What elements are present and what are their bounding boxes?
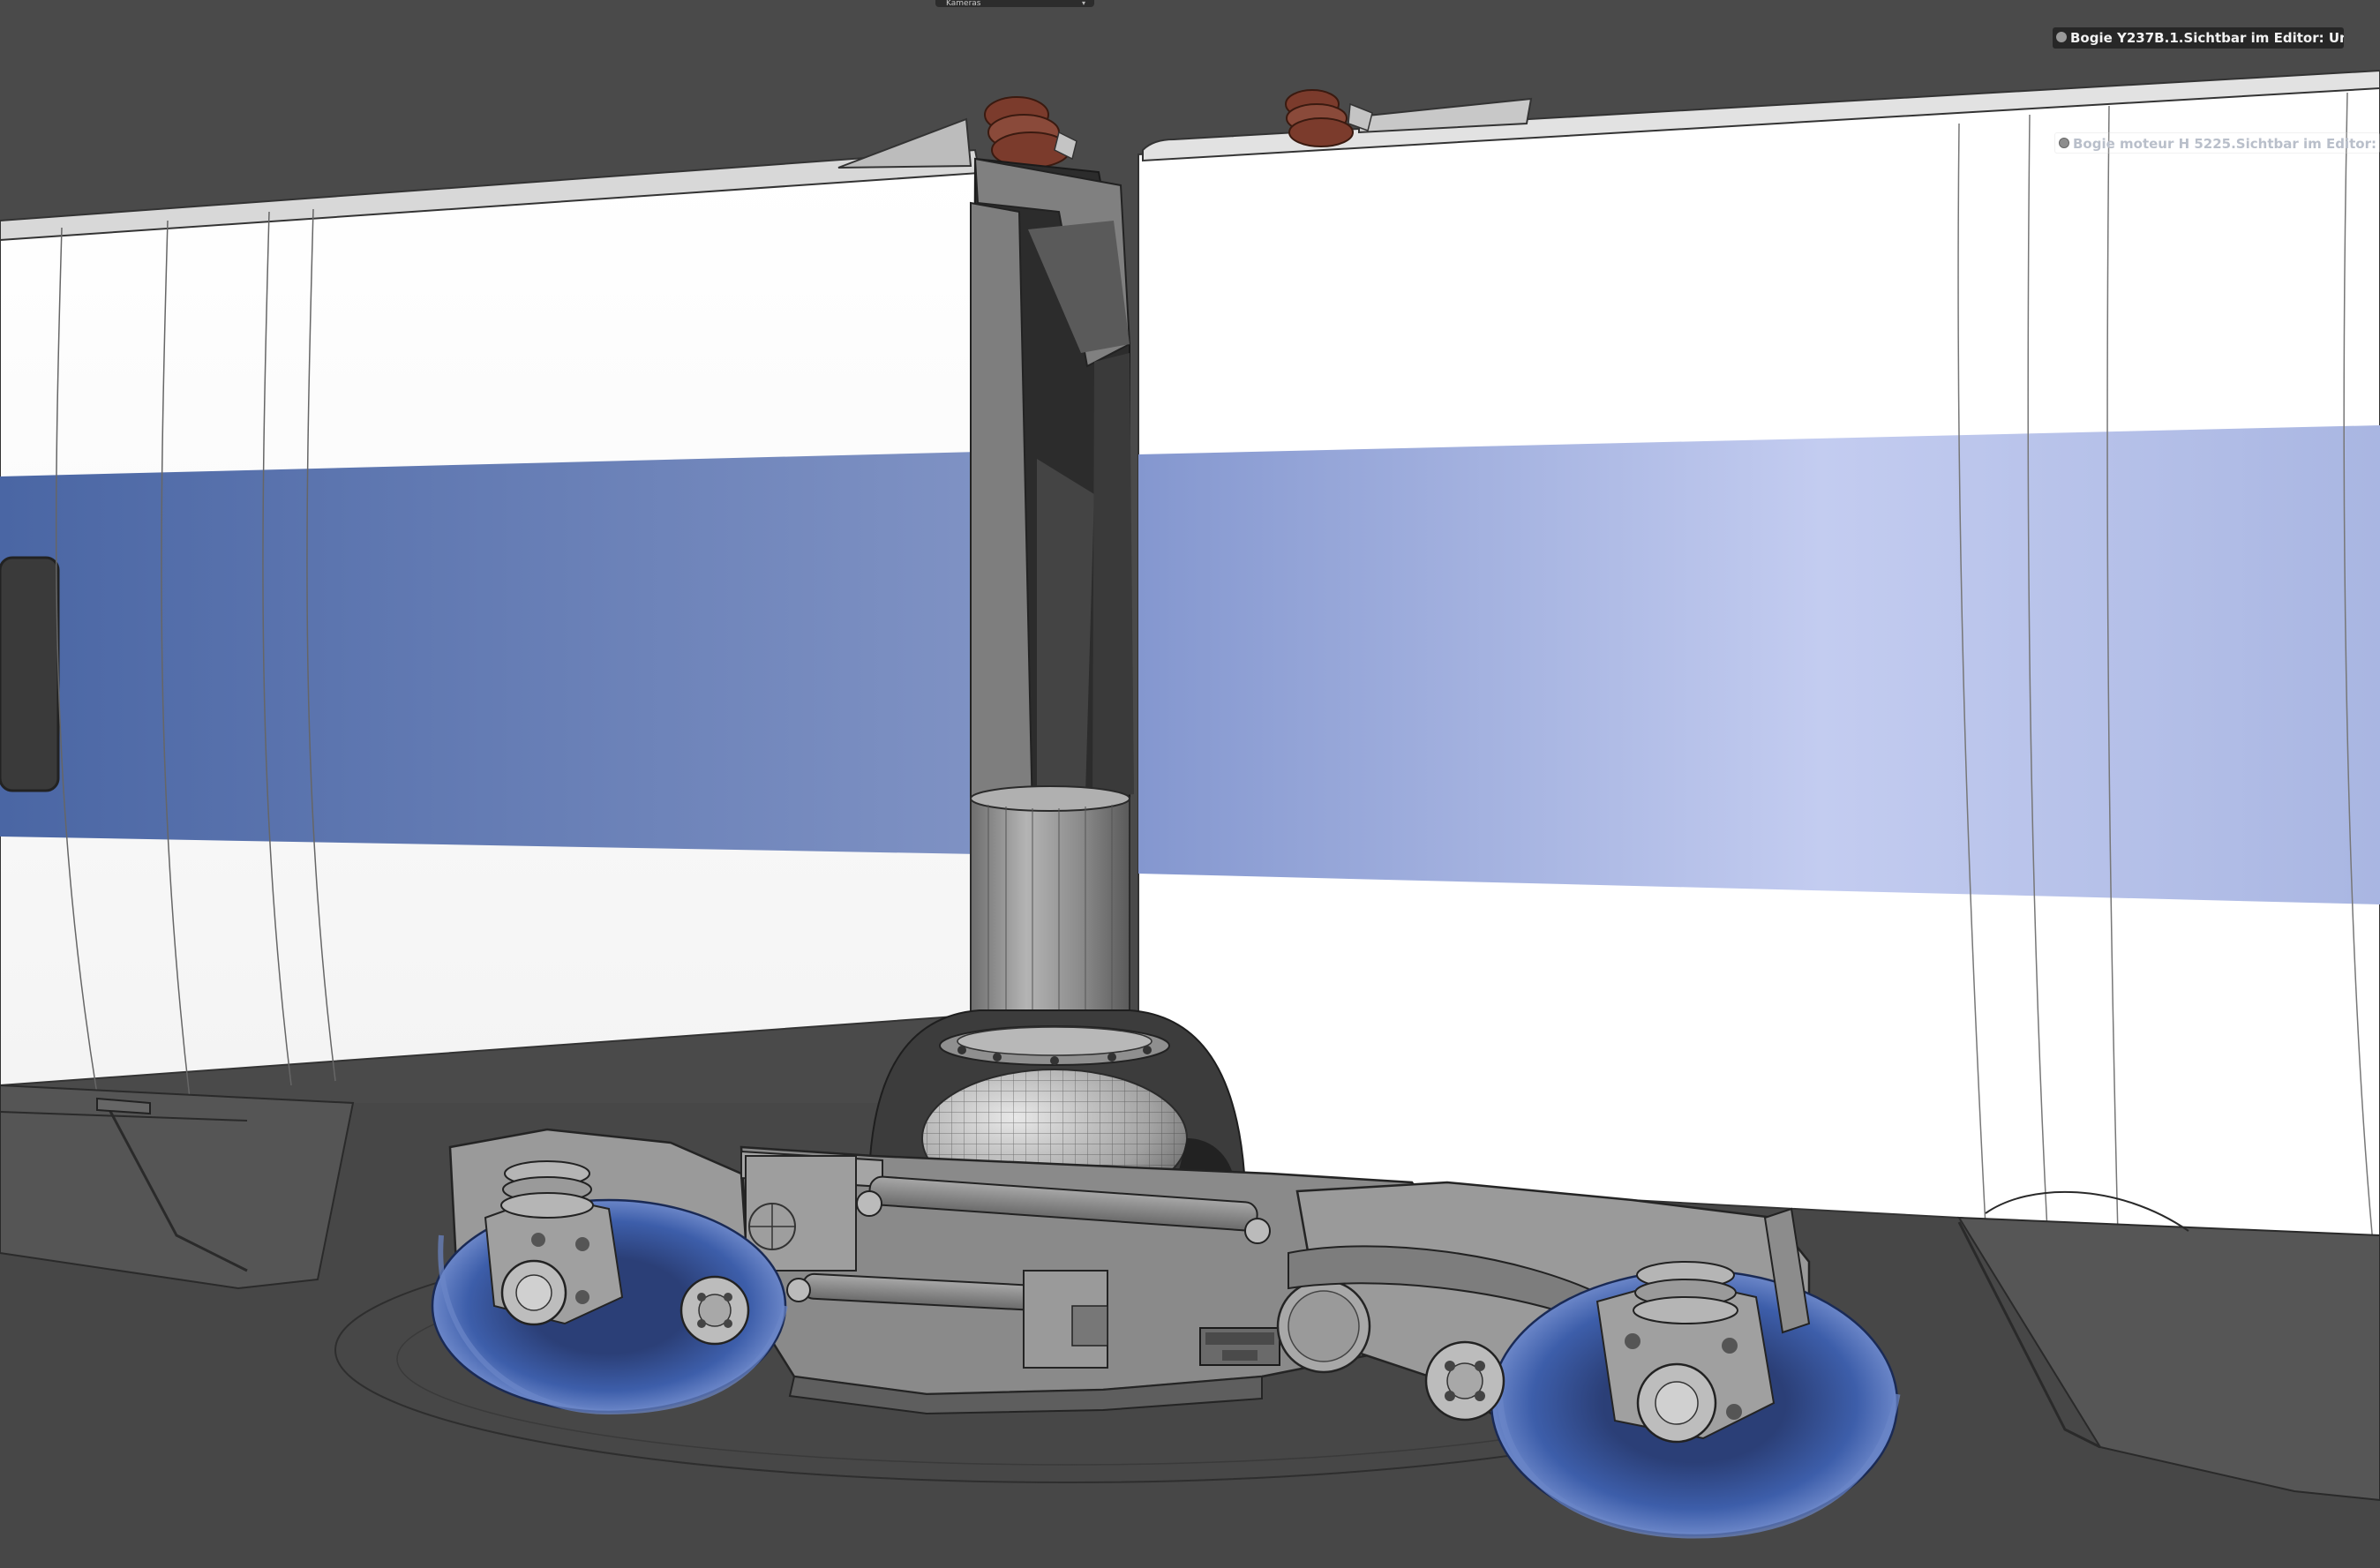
- visibility-dot-icon: [2056, 32, 2067, 42]
- camera-menu-label: Kameras: [946, 0, 981, 7]
- object-label-bogie-moteur[interactable]: Bogie moteur H 5225.Sichtbar im Editor: …: [2054, 132, 2380, 154]
- object-label-bogie-y237b[interactable]: Bogie Y237B.1.Sichtbar im Editor: Undef.: [2053, 27, 2344, 49]
- visibility-dot-icon: [2059, 138, 2069, 148]
- chevron-down-icon: ▾: [1081, 0, 1085, 7]
- object-label-text: Bogie moteur H 5225.Sichtbar im Editor: …: [2073, 136, 2380, 152]
- roof-bellow-left: [984, 96, 1077, 169]
- train-bogie-scene: [0, 69, 2380, 1568]
- object-label-text: Bogie Y237B.1.Sichtbar im Editor: Undef.: [2070, 30, 2344, 46]
- primary-spring-left: [500, 1160, 594, 1219]
- camera-menu[interactable]: Kameras ▾: [935, 0, 1094, 7]
- 3d-viewport[interactable]: Kameras ▾ Bogie Y237B.1.Sichtbar im Edit…: [0, 0, 2380, 1568]
- primary-spring-right: [1633, 1261, 1738, 1324]
